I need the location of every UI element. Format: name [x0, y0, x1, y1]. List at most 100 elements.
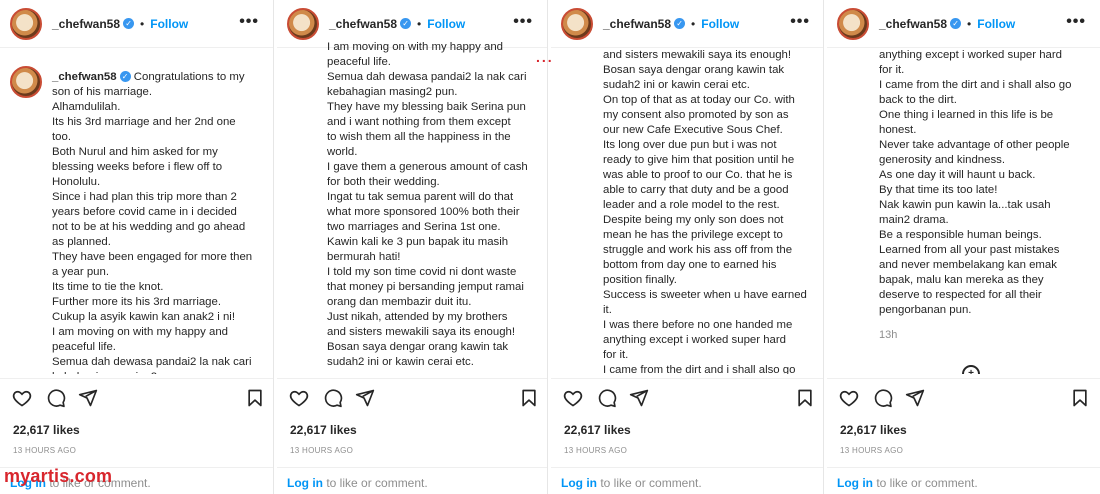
caption-line: orang dan membazir duit itu.	[327, 296, 472, 308]
bookmark-icon[interactable]	[795, 388, 815, 408]
caption-line: I came from the dirt and i shall also go	[879, 79, 1072, 91]
caption-line: Just nikah, attended by my brothers	[327, 311, 508, 323]
instagram-post-panel-2: _chefwan58 ✓ • Follow ••• I am moving on…	[277, 0, 547, 494]
caption-line: Both Nurul and him asked for my	[52, 146, 218, 158]
likes-count[interactable]: 22,617 likes	[290, 423, 357, 437]
caption-lines: and sisters mewakili saya its enough! Bos…	[551, 48, 824, 374]
panel-separator	[823, 0, 827, 494]
timestamp[interactable]: 13 HOURS AGO	[564, 446, 627, 455]
divider	[0, 378, 273, 379]
caption-line: to wish them all the happiness in the	[327, 131, 511, 143]
share-icon[interactable]	[355, 388, 375, 408]
caption-line: able to carry that duty and be a good	[603, 184, 789, 196]
caption-line: leader and a role model to the rest.	[603, 199, 780, 211]
timestamp[interactable]: 13 HOURS AGO	[290, 446, 353, 455]
share-icon[interactable]	[629, 388, 649, 408]
caption-line: back to the dirt.	[879, 94, 957, 106]
more-options-icon[interactable]: •••	[239, 13, 259, 31]
login-link[interactable]: Log in	[561, 476, 597, 490]
login-link[interactable]: Log in	[837, 476, 873, 490]
caption-line: I was there before no one handed me	[603, 319, 793, 331]
login-prompt: Log in to like or comment.	[277, 467, 547, 494]
comment-icon[interactable]	[323, 388, 343, 408]
caption-line: anything except i worked super hard	[879, 49, 1062, 61]
caption-line: Semua dah dewasa pandai2 la nak cari	[327, 71, 527, 83]
verified-badge-icon: ✓	[950, 18, 962, 29]
caption-line: that money pi bersanding jemput ramai	[327, 281, 524, 293]
username[interactable]: _chefwan58	[329, 17, 397, 31]
bookmark-icon[interactable]	[1070, 388, 1090, 408]
caption: I am moving on with my happy and peaceful…	[277, 40, 547, 366]
follow-button[interactable]: Follow	[977, 17, 1015, 31]
timestamp[interactable]: 13 HOURS AGO	[840, 446, 903, 455]
follow-button[interactable]: Follow	[701, 17, 739, 31]
login-prompt: Log in to like or comment.	[551, 467, 824, 494]
heart-icon[interactable]	[839, 388, 859, 408]
red-dots-marker: ...	[536, 49, 554, 65]
caption-line: sudah2 ini or kawin cerai etc.	[603, 79, 750, 91]
caption: _chefwan58 ✓ Congratulations to my son of…	[0, 48, 273, 374]
load-more-comments-icon[interactable]: +	[962, 365, 980, 374]
caption-line: my consent also promoted by son as	[603, 109, 789, 121]
divider	[277, 378, 547, 379]
caption-line: One thing i learned in this life is be	[879, 109, 1054, 121]
heart-icon[interactable]	[289, 388, 309, 408]
caption-line: and i want nothing from them except	[327, 116, 511, 128]
username[interactable]: _chefwan58	[603, 17, 671, 31]
likes-count[interactable]: 22,617 likes	[840, 423, 907, 437]
avatar[interactable]	[287, 7, 319, 40]
caption-line: a year pun.	[52, 266, 109, 278]
likes-count[interactable]: 22,617 likes	[564, 423, 631, 437]
caption-line: I came from the dirt and i shall also go	[603, 364, 796, 374]
caption-avatar[interactable]	[10, 66, 42, 98]
caption-line: Nak kawin pun kawin la...tak usah	[879, 199, 1051, 211]
comment-icon[interactable]	[597, 388, 617, 408]
caption-line: Honolulu.	[52, 176, 101, 188]
bookmark-icon[interactable]	[519, 388, 539, 408]
caption-line: Its his 3rd marriage and her 2nd one	[52, 116, 236, 128]
caption-line: Cukup la asyik kawin kan anak2 i ni!	[52, 311, 235, 323]
heart-icon[interactable]	[563, 388, 583, 408]
username[interactable]: _chefwan58	[52, 17, 120, 31]
caption-line: for it.	[603, 349, 629, 361]
separator-dot: •	[967, 16, 972, 31]
avatar[interactable]	[561, 7, 593, 40]
share-icon[interactable]	[78, 388, 98, 408]
post-header: _chefwan58 ✓ • Follow •••	[551, 0, 824, 48]
panel-separator	[273, 0, 277, 494]
caption-line: On top of that as at today our Co. with	[603, 94, 795, 106]
instagram-post-panel-3: _chefwan58 ✓ • Follow ••• and sisters me…	[551, 0, 824, 494]
caption-line: son of his marriage.	[52, 86, 153, 98]
more-options-icon[interactable]: •••	[1066, 13, 1086, 31]
more-options-icon[interactable]: •••	[513, 13, 533, 31]
timestamp[interactable]: 13 HOURS AGO	[13, 446, 76, 455]
username[interactable]: _chefwan58	[879, 17, 947, 31]
follow-button[interactable]: Follow	[427, 17, 465, 31]
share-icon[interactable]	[905, 388, 925, 408]
divider	[827, 378, 1100, 379]
avatar[interactable]	[837, 7, 869, 40]
comment-icon[interactable]	[46, 388, 66, 408]
caption-line: Never take advantage of other people	[879, 139, 1070, 151]
caption-line: anything except i worked super hard	[603, 334, 786, 346]
caption-line: Despite being my only son does not	[603, 214, 784, 226]
likes-count[interactable]: 22,617 likes	[13, 423, 80, 437]
heart-icon[interactable]	[12, 388, 32, 408]
comment-time[interactable]: 13h	[827, 328, 1100, 343]
caption-lines: son of his marriage. Alhamdulilah. Its his…	[52, 85, 259, 374]
caption-line: Success is sweeter when u have earned	[603, 289, 807, 301]
caption-username[interactable]: _chefwan58	[52, 71, 117, 83]
caption-line: peaceful life.	[327, 56, 391, 68]
caption-line: it.	[603, 304, 612, 316]
caption-line: bapak, malu kan mereka as they	[879, 274, 1044, 286]
caption-line: blessing weeks before i flew off to	[52, 161, 223, 173]
more-options-icon[interactable]: •••	[790, 13, 810, 31]
comment-icon[interactable]	[873, 388, 893, 408]
caption-line: world.	[327, 146, 358, 158]
caption-line: As one day it will haunt u back.	[879, 169, 1036, 181]
login-link[interactable]: Log in	[287, 476, 323, 490]
avatar[interactable]	[10, 7, 42, 40]
bookmark-icon[interactable]	[245, 388, 265, 408]
follow-button[interactable]: Follow	[150, 17, 188, 31]
caption-line: Be a responsible human beings.	[879, 229, 1042, 241]
